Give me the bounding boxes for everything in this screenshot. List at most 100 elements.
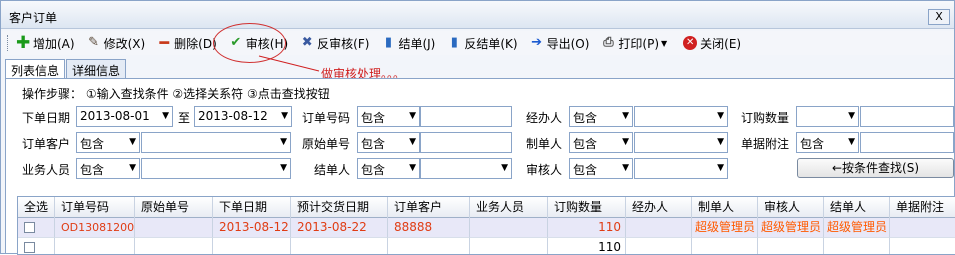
column-header[interactable]: 订单号码 xyxy=(55,197,135,218)
settle-button[interactable]: ▮ 结单(J) xyxy=(379,33,437,53)
tab-list-info[interactable]: 列表信息 xyxy=(5,59,66,79)
handler-operator[interactable]: 包含 ▼ xyxy=(569,106,633,127)
export-button[interactable]: ➔ 导出(O) xyxy=(528,33,592,53)
chevron-down-icon: ▼ xyxy=(162,111,169,121)
remark-operator[interactable]: 包含 ▼ xyxy=(796,132,859,153)
customer-cell xyxy=(388,238,470,254)
sales-input[interactable]: ▼ xyxy=(141,158,291,179)
orig-no-label: 原始单号 xyxy=(302,137,351,151)
edit-button[interactable]: ✎ 修改(X) xyxy=(85,33,148,53)
filter-row-1: 下单日期 2013-08-01 ▼ 至 2013-08-12 ▼ 订单号码 包含 ▼ … xyxy=(6,106,955,128)
column-header[interactable]: 原始单号 xyxy=(135,197,213,218)
closer-input[interactable]: ▼ xyxy=(420,158,512,179)
plus-icon: ✚ xyxy=(16,33,31,53)
customer-cell: 88888 xyxy=(388,218,470,238)
sales-cell xyxy=(470,238,548,254)
handler-label: 经办人 xyxy=(526,111,563,125)
tab-bar: 列表信息 详细信息 xyxy=(5,59,127,79)
maker-operator[interactable]: 包含 ▼ xyxy=(569,132,633,153)
chevron-down-icon: ▼ xyxy=(409,137,416,147)
handler-cell xyxy=(626,218,692,238)
column-header[interactable]: 经办人 xyxy=(626,197,692,218)
sales-operator[interactable]: 包含 ▼ xyxy=(76,158,140,179)
remark-cell xyxy=(890,238,955,254)
tab-detail-info[interactable]: 详细信息 xyxy=(66,59,127,79)
date-cell: 2013-08-12 xyxy=(213,218,291,238)
print-button[interactable]: ⎙ 打印(P) ▼ xyxy=(599,33,673,53)
row-checkbox-cell[interactable] xyxy=(18,218,55,238)
qty-operator[interactable]: ▼ xyxy=(796,106,859,127)
column-header[interactable]: 订购数量 xyxy=(548,197,626,218)
chevron-down-icon: ▼ xyxy=(848,137,855,147)
delete-button[interactable]: ━ 删除(D) xyxy=(155,33,219,53)
closer-cell xyxy=(824,238,890,254)
row-checkbox[interactable] xyxy=(24,242,35,253)
column-header[interactable]: 制单人 xyxy=(692,197,758,218)
date-to-field[interactable]: 2013-08-12 ▼ xyxy=(194,106,292,127)
chevron-down-icon: ▼ xyxy=(280,137,287,147)
row-checkbox-cell[interactable] xyxy=(18,238,55,254)
order-no-cell xyxy=(55,238,135,254)
chevron-down-icon[interactable]: ▼ xyxy=(661,39,667,48)
select-all-header[interactable]: 全选 xyxy=(18,197,55,218)
chevron-down-icon: ▼ xyxy=(501,163,508,173)
customer-input[interactable]: ▼ xyxy=(141,132,291,153)
audit-button[interactable]: ✔ 审核(H) xyxy=(227,33,290,53)
column-header[interactable]: 业务人员 xyxy=(470,197,548,218)
toolbar: ✚ 增加(A) ✎ 修改(X) ━ 删除(D) ✔ 审核(H) ✖ 反审核(F) ▮ 结单(… xyxy=(1,31,954,55)
maker-input[interactable]: ▼ xyxy=(634,132,728,153)
handler-input[interactable]: ▼ xyxy=(634,106,728,127)
order-no-input[interactable] xyxy=(420,106,512,127)
check-icon: ✔ xyxy=(230,35,242,50)
close-button[interactable]: ✕ 关闭(E) xyxy=(681,33,743,53)
unsettle-button[interactable]: ▮ 反结单(K) xyxy=(445,33,519,53)
auditor-cell: 超级管理员 xyxy=(758,218,824,238)
auditor-input[interactable]: ▼ xyxy=(634,158,728,179)
column-header[interactable]: 下单日期 xyxy=(213,197,291,218)
chevron-down-icon: ▼ xyxy=(622,111,629,121)
search-button[interactable]: ←按条件查找(S) xyxy=(797,158,954,178)
column-header[interactable]: 单据附注 xyxy=(890,197,955,218)
customer-operator[interactable]: 包含 ▼ xyxy=(76,132,140,153)
document-icon: ▮ xyxy=(450,35,458,50)
orig-no-operator[interactable]: 包含 ▼ xyxy=(357,132,420,153)
auditor-operator[interactable]: 包含 ▼ xyxy=(569,158,633,179)
closer-operator[interactable]: 包含 ▼ xyxy=(357,158,420,179)
qty-input[interactable] xyxy=(860,106,954,127)
maker-label: 制单人 xyxy=(526,137,563,151)
remark-cell xyxy=(890,218,955,238)
auditor-cell xyxy=(758,238,824,254)
column-header[interactable]: 结单人 xyxy=(824,197,890,218)
row-checkbox[interactable] xyxy=(24,222,35,233)
chevron-down-icon: ▼ xyxy=(129,137,136,147)
unaudit-button[interactable]: ✖ 反审核(F) xyxy=(298,33,371,53)
remark-input[interactable] xyxy=(860,132,954,153)
chevron-down-icon: ▼ xyxy=(280,163,287,173)
customer-label: 订单客户 xyxy=(22,137,71,151)
chevron-down-icon: ▼ xyxy=(622,137,629,147)
orig-no-cell xyxy=(135,238,213,254)
maker-cell: 超级管理员 xyxy=(692,218,758,238)
cross-icon: ✖ xyxy=(301,35,313,50)
chevron-down-icon: ▼ xyxy=(717,163,724,173)
column-header[interactable]: 审核人 xyxy=(758,197,824,218)
add-button[interactable]: ✚ 增加(A) xyxy=(14,33,77,53)
column-header[interactable]: 订单客户 xyxy=(388,197,470,218)
table-row[interactable]: 110 xyxy=(18,238,955,254)
orig-no-input[interactable] xyxy=(420,132,512,153)
sales-cell xyxy=(470,218,548,238)
window-title: 客户订单 xyxy=(9,11,58,25)
chevron-down-icon: ▼ xyxy=(281,111,288,121)
column-header[interactable]: 预计交货日期 xyxy=(291,197,388,218)
order-date-label: 下单日期 xyxy=(22,111,71,125)
delivery-cell: 2013-08-22 xyxy=(291,218,388,238)
operation-steps: 操作步骤： ①输入查找条件 ②选择关系符 ③点击查找按钮 xyxy=(22,87,330,101)
table-row[interactable]: OD1308120001 2013-08-12 2013-08-22 88888… xyxy=(18,218,955,238)
order-no-cell: OD1308120001 xyxy=(55,218,135,238)
chevron-down-icon: ▼ xyxy=(622,163,629,173)
date-from-field[interactable]: 2013-08-01 ▼ xyxy=(76,106,173,127)
minus-icon: ━ xyxy=(159,33,169,52)
close-window-button[interactable]: X xyxy=(928,9,950,25)
order-no-operator[interactable]: 包含 ▼ xyxy=(357,106,420,127)
date-cell xyxy=(213,238,291,254)
